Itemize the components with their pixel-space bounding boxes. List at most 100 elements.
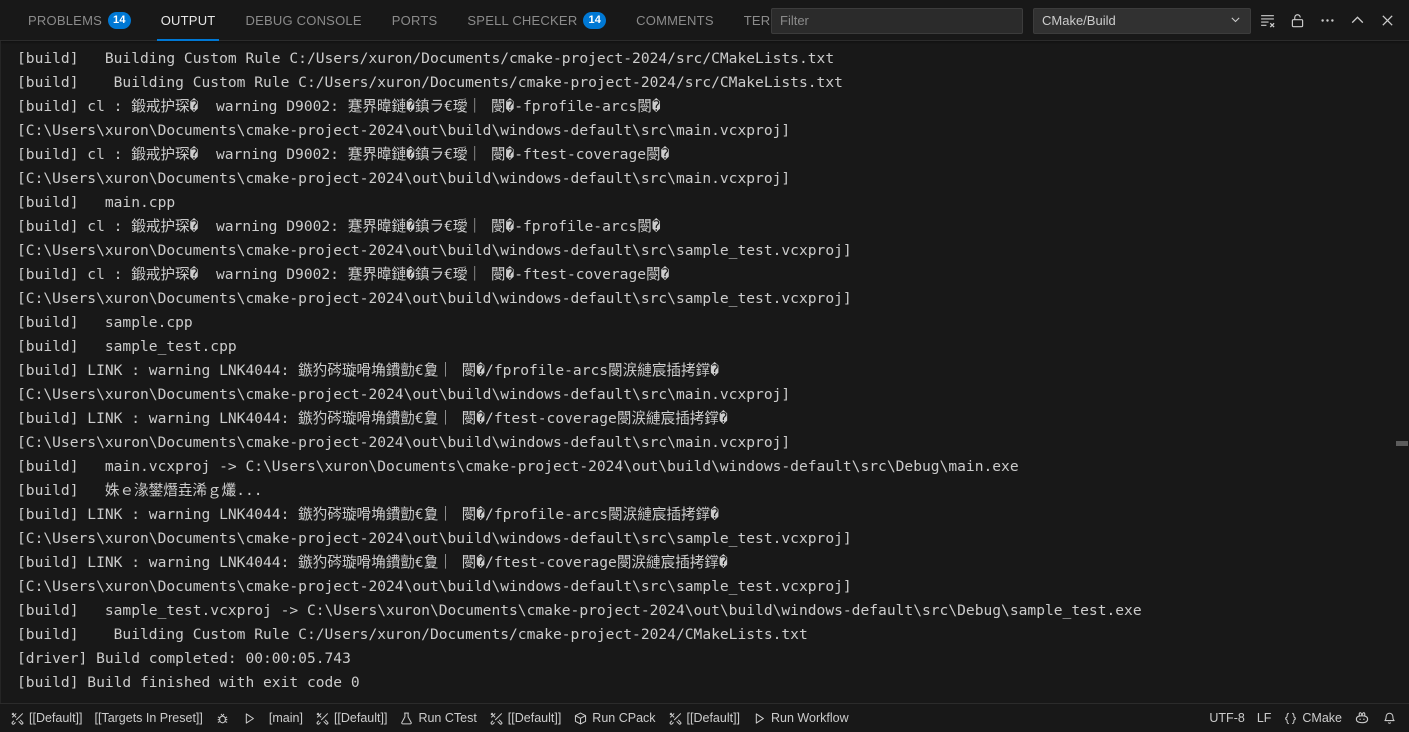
bell-icon xyxy=(1382,711,1397,726)
output-line: [C:\Users\xuron\Documents\cmake-project-… xyxy=(17,170,791,187)
status-kit-selector[interactable]: [[Default]] xyxy=(4,707,89,730)
output-line: [build] Building Custom Rule C:/Users/xu… xyxy=(17,626,808,643)
unlock-scroll-icon[interactable] xyxy=(1283,7,1311,35)
copilot-icon xyxy=(1354,710,1370,726)
tab-label: OUTPUT xyxy=(160,12,216,28)
tools-icon xyxy=(489,711,504,726)
status-item-label: UTF-8 xyxy=(1209,711,1245,725)
status-build-target[interactable]: [[Targets In Preset]] xyxy=(89,707,209,730)
status-copilot[interactable] xyxy=(1348,707,1376,730)
output-line: [build] LINK : warning LNK4044: 鏃犳硶璇嗗埆鐨勯… xyxy=(17,362,719,379)
play-icon xyxy=(242,711,257,726)
tab-label: PORTS xyxy=(391,12,438,28)
tab-label: COMMENTS xyxy=(636,12,714,28)
output-line: [C:\Users\xuron\Documents\cmake-project-… xyxy=(17,242,852,259)
vscode-panel-window: PROBLEMS 14 OUTPUT DEBUG CONSOLE PORTS SPELL … xyxy=(0,0,1409,732)
output-line: [C:\Users\xuron\Documents\cmake-project-… xyxy=(17,122,791,139)
output-line: [build] sample_test.cpp xyxy=(17,338,237,355)
status-item-label: Run Workflow xyxy=(771,711,849,725)
status-test-preset[interactable]: [[Default]] xyxy=(309,707,394,730)
output-line: [build] Building Custom Rule C:/Users/xu… xyxy=(17,74,843,91)
tools-icon xyxy=(10,711,25,726)
status-item-label: LF xyxy=(1256,711,1272,725)
output-line: [build] main.vcxproj -> C:\Users\xuron\D… xyxy=(17,458,1019,475)
output-channel-label: CMake/Build xyxy=(1042,13,1116,28)
bug-icon xyxy=(215,711,230,726)
output-line: [C:\Users\xuron\Documents\cmake-project-… xyxy=(17,386,791,403)
output-line: [build] sample_test.vcxproj -> C:\Users\… xyxy=(17,602,1142,619)
output-scrollbar-thumb[interactable] xyxy=(1396,441,1408,446)
output-line: [driver] Build completed: 00:00:05.743 xyxy=(17,650,351,667)
output-line: [build] cl : 鍛戒护琛� warning D9002: 蹇界暐鏈�鎮… xyxy=(17,146,670,163)
clear-output-icon[interactable] xyxy=(1253,7,1281,35)
tab-badge: 14 xyxy=(583,11,607,29)
panel-header: PROBLEMS 14 OUTPUT DEBUG CONSOLE PORTS SPELL … xyxy=(0,0,1409,41)
status-item-label: [main] xyxy=(268,711,303,725)
status-run-workflow[interactable]: Run Workflow xyxy=(746,707,855,730)
beaker-icon xyxy=(399,711,414,726)
output-view[interactable]: [build] Building Custom Rule C:/Users/xu… xyxy=(0,41,1409,703)
status-workflow-preset[interactable]: [[Default]] xyxy=(662,707,747,730)
status-bar: [[Default]] [[Targets In Preset]] [main] [[… xyxy=(0,703,1409,732)
filter-input[interactable] xyxy=(771,7,1023,34)
status-package-preset[interactable]: [[Default]] xyxy=(483,707,568,730)
status-notifications[interactable] xyxy=(1376,707,1403,730)
status-item-label: [[Targets In Preset]] xyxy=(94,711,203,725)
tab-output[interactable]: OUTPUT xyxy=(151,0,226,41)
panel-tab-list: PROBLEMS 14 OUTPUT DEBUG CONSOLE PORTS SPELL … xyxy=(0,0,831,41)
status-encoding[interactable]: UTF-8 xyxy=(1203,707,1250,730)
status-run-ctest[interactable]: Run CTest xyxy=(393,707,482,730)
output-line: [build] LINK : warning LNK4044: 鏃犳硶璇嗗埆鐨勯… xyxy=(17,554,728,571)
output-line: [C:\Users\xuron\Documents\cmake-project-… xyxy=(17,290,852,307)
panel-header-actions: CMake/Build xyxy=(771,0,1409,41)
output-line: [build] 姝ｅ湪鐢熸垚浠ｇ爜... xyxy=(17,482,263,499)
output-line: [build] Building Custom Rule C:/Users/xu… xyxy=(17,50,835,67)
output-line: [build] cl : 鍛戒护琛� warning D9002: 蹇界暐鏈�鎮… xyxy=(17,266,670,283)
chevron-down-icon xyxy=(1229,13,1242,29)
tab-label: SPELL CHECKER xyxy=(467,12,578,28)
tab-problems[interactable]: PROBLEMS 14 xyxy=(18,0,141,41)
status-bar-right: UTF-8 LF CMake xyxy=(1203,707,1407,730)
status-language-mode[interactable]: CMake xyxy=(1277,707,1348,730)
close-panel-icon[interactable] xyxy=(1373,7,1401,35)
tab-badge: 14 xyxy=(108,11,131,29)
tab-ports[interactable]: PORTS xyxy=(382,0,448,41)
status-item-label: Run CTest xyxy=(418,711,477,725)
output-line: [build] LINK : warning LNK4044: 鏃犳硶璇嗗埆鐨勯… xyxy=(17,410,728,427)
output-line: [build] cl : 鍛戒护琛� warning D9002: 蹇界暐鏈�鎮… xyxy=(17,98,661,115)
status-item-label: [[Default]] xyxy=(507,711,562,725)
tab-label: DEBUG CONSOLE xyxy=(245,12,362,28)
braces-icon xyxy=(1283,711,1298,726)
output-line: [build] cl : 鍛戒护琛� warning D9002: 蹇界暐鏈�鎮… xyxy=(17,218,661,235)
status-launch-target[interactable]: [main] xyxy=(263,707,309,730)
more-actions-icon[interactable] xyxy=(1313,7,1341,35)
status-item-label: [[Default]] xyxy=(686,711,741,725)
tab-comments[interactable]: COMMENTS xyxy=(626,0,724,41)
tab-spell-checker[interactable]: SPELL CHECKER 14 xyxy=(457,0,616,41)
package-icon xyxy=(573,711,588,726)
status-item-label: Run CPack xyxy=(592,711,656,725)
output-scrollbar[interactable] xyxy=(1395,41,1409,703)
tools-icon xyxy=(668,711,683,726)
output-line: [build] LINK : warning LNK4044: 鏃犳硶璇嗗埆鐨勯… xyxy=(17,506,719,523)
status-item-label: [[Default]] xyxy=(29,711,83,725)
status-bar-left: [[Default]] [[Targets In Preset]] [main] [[… xyxy=(4,707,855,730)
output-log-lines: [build] Building Custom Rule C:/Users/xu… xyxy=(1,41,1409,695)
status-debug-button[interactable] xyxy=(209,707,236,730)
output-line: [build] main.cpp xyxy=(17,194,176,211)
status-launch-button[interactable] xyxy=(236,707,263,730)
status-item-label: CMake xyxy=(1302,711,1342,725)
maximize-panel-icon[interactable] xyxy=(1343,7,1371,35)
output-line: [build] Build finished with exit code 0 xyxy=(17,674,360,691)
play-icon xyxy=(752,711,767,726)
tab-label: PROBLEMS xyxy=(28,12,103,28)
status-item-label: [[Default]] xyxy=(333,711,388,725)
status-run-cpack[interactable]: Run CPack xyxy=(567,707,661,730)
output-line: [build] sample.cpp xyxy=(17,314,193,331)
tools-icon xyxy=(315,711,330,726)
output-channel-select[interactable]: CMake/Build xyxy=(1033,7,1251,34)
output-line: [C:\Users\xuron\Documents\cmake-project-… xyxy=(17,530,852,547)
output-line: [C:\Users\xuron\Documents\cmake-project-… xyxy=(17,578,852,595)
tab-debug-console[interactable]: DEBUG CONSOLE xyxy=(235,0,371,41)
status-eol[interactable]: LF xyxy=(1251,707,1278,730)
